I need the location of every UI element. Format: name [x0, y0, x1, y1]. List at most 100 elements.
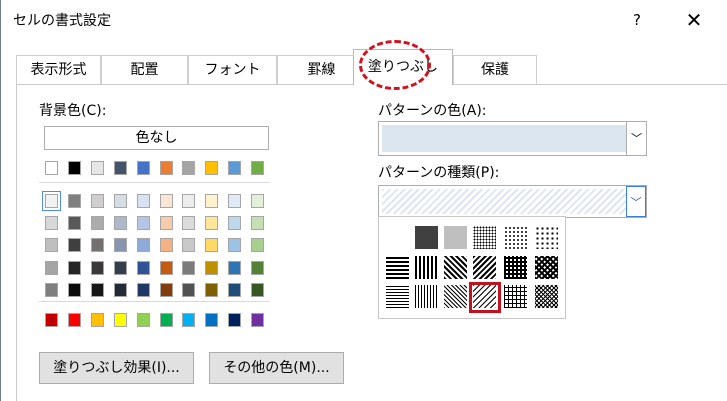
pattern-option[interactable]: [473, 256, 496, 279]
color-swatch[interactable]: [159, 161, 173, 175]
pattern-option[interactable]: [415, 226, 438, 249]
pattern-style-dropdown[interactable]: ﹀: [378, 185, 647, 218]
color-swatch[interactable]: [113, 238, 127, 253]
more-colors-button[interactable]: その他の色(M)...: [209, 352, 344, 384]
pattern-option[interactable]: [504, 256, 527, 279]
color-swatch[interactable]: [67, 216, 81, 231]
color-swatch[interactable]: [45, 313, 58, 327]
color-swatch[interactable]: [45, 161, 58, 175]
color-swatch[interactable]: [159, 238, 173, 253]
color-swatch[interactable]: [205, 313, 219, 327]
pattern-option[interactable]: [444, 226, 467, 249]
color-swatch[interactable]: [136, 216, 150, 231]
color-swatch[interactable]: [136, 238, 150, 253]
color-swatch[interactable]: [136, 282, 150, 297]
color-swatch[interactable]: [182, 260, 196, 275]
tab-fill[interactable]: 塗りつぶし: [353, 49, 453, 85]
pattern-option[interactable]: [415, 285, 438, 308]
color-swatch[interactable]: [45, 216, 58, 231]
color-swatch[interactable]: [205, 216, 219, 231]
color-swatch[interactable]: [182, 161, 196, 175]
color-swatch[interactable]: [228, 282, 242, 297]
tab-alignment[interactable]: 配置: [101, 55, 188, 84]
color-swatch[interactable]: [67, 260, 81, 275]
color-swatch[interactable]: [182, 194, 196, 208]
color-swatch[interactable]: [45, 238, 58, 253]
color-swatch[interactable]: [90, 161, 104, 175]
pattern-option[interactable]: [444, 256, 467, 279]
chevron-down-icon[interactable]: ﹀: [626, 186, 646, 217]
chevron-down-icon[interactable]: ﹀: [626, 122, 646, 155]
color-swatch[interactable]: [228, 216, 242, 231]
color-swatch[interactable]: [113, 161, 127, 175]
no-color-button[interactable]: 色なし: [44, 126, 269, 150]
color-swatch[interactable]: [182, 238, 196, 253]
color-swatch[interactable]: [67, 161, 81, 175]
color-swatch[interactable]: [113, 216, 127, 231]
pattern-color-dropdown[interactable]: ﹀: [378, 121, 647, 156]
color-swatch[interactable]: [136, 194, 150, 208]
color-swatch[interactable]: [67, 238, 81, 253]
color-swatch[interactable]: [90, 282, 104, 297]
color-swatch[interactable]: [205, 260, 219, 275]
color-swatch[interactable]: [251, 238, 265, 253]
color-swatch[interactable]: [205, 194, 219, 208]
color-swatch[interactable]: [228, 161, 242, 175]
color-swatch[interactable]: [113, 194, 127, 208]
color-swatch[interactable]: [205, 161, 219, 175]
color-swatch[interactable]: [159, 282, 173, 297]
color-swatch[interactable]: [90, 194, 104, 208]
color-swatch[interactable]: [90, 216, 104, 231]
color-swatch[interactable]: [182, 282, 196, 297]
color-swatch[interactable]: [159, 260, 173, 275]
pattern-option[interactable]: [504, 285, 527, 308]
color-swatch[interactable]: [136, 313, 150, 327]
color-swatch[interactable]: [42, 191, 61, 211]
pattern-option[interactable]: [386, 256, 409, 279]
color-swatch[interactable]: [113, 260, 127, 275]
color-swatch[interactable]: [228, 194, 242, 208]
pattern-option[interactable]: [504, 226, 527, 249]
pattern-option[interactable]: [535, 226, 558, 249]
color-swatch[interactable]: [67, 282, 81, 297]
tab-font[interactable]: フォント: [188, 55, 277, 84]
color-swatch[interactable]: [67, 313, 81, 327]
color-swatch[interactable]: [228, 238, 242, 253]
color-swatch[interactable]: [182, 313, 196, 327]
color-swatch[interactable]: [45, 260, 58, 275]
color-swatch[interactable]: [251, 313, 265, 327]
color-swatch[interactable]: [159, 216, 173, 231]
color-swatch[interactable]: [251, 260, 265, 275]
pattern-option[interactable]: [535, 285, 558, 308]
tab-protection[interactable]: 保護: [453, 55, 537, 84]
color-swatch[interactable]: [251, 161, 265, 175]
pattern-option[interactable]: [535, 256, 558, 279]
color-swatch[interactable]: [159, 313, 173, 327]
tab-number-format[interactable]: 表示形式: [16, 55, 101, 84]
color-swatch[interactable]: [113, 313, 127, 327]
color-swatch[interactable]: [228, 313, 242, 327]
pattern-option[interactable]: [386, 285, 409, 308]
color-swatch[interactable]: [251, 216, 265, 231]
fill-effects-button[interactable]: 塗りつぶし効果(I)...: [39, 352, 194, 384]
color-swatch[interactable]: [113, 282, 127, 297]
close-icon[interactable]: ✕: [681, 6, 707, 34]
color-swatch[interactable]: [67, 194, 81, 208]
color-swatch[interactable]: [136, 260, 150, 275]
pattern-option[interactable]: [415, 256, 438, 279]
color-swatch[interactable]: [251, 194, 265, 208]
color-swatch[interactable]: [45, 282, 58, 297]
color-swatch[interactable]: [90, 313, 104, 327]
color-swatch[interactable]: [205, 282, 219, 297]
help-icon[interactable]: ?: [624, 6, 650, 34]
color-swatch[interactable]: [90, 260, 104, 275]
pattern-option[interactable]: [444, 285, 467, 308]
color-swatch[interactable]: [90, 238, 104, 253]
color-swatch[interactable]: [251, 282, 265, 297]
pattern-option[interactable]: [473, 226, 496, 249]
color-swatch[interactable]: [228, 260, 242, 275]
color-swatch[interactable]: [159, 194, 173, 208]
color-swatch[interactable]: [205, 238, 219, 253]
color-swatch[interactable]: [136, 161, 150, 175]
color-swatch[interactable]: [182, 216, 196, 231]
